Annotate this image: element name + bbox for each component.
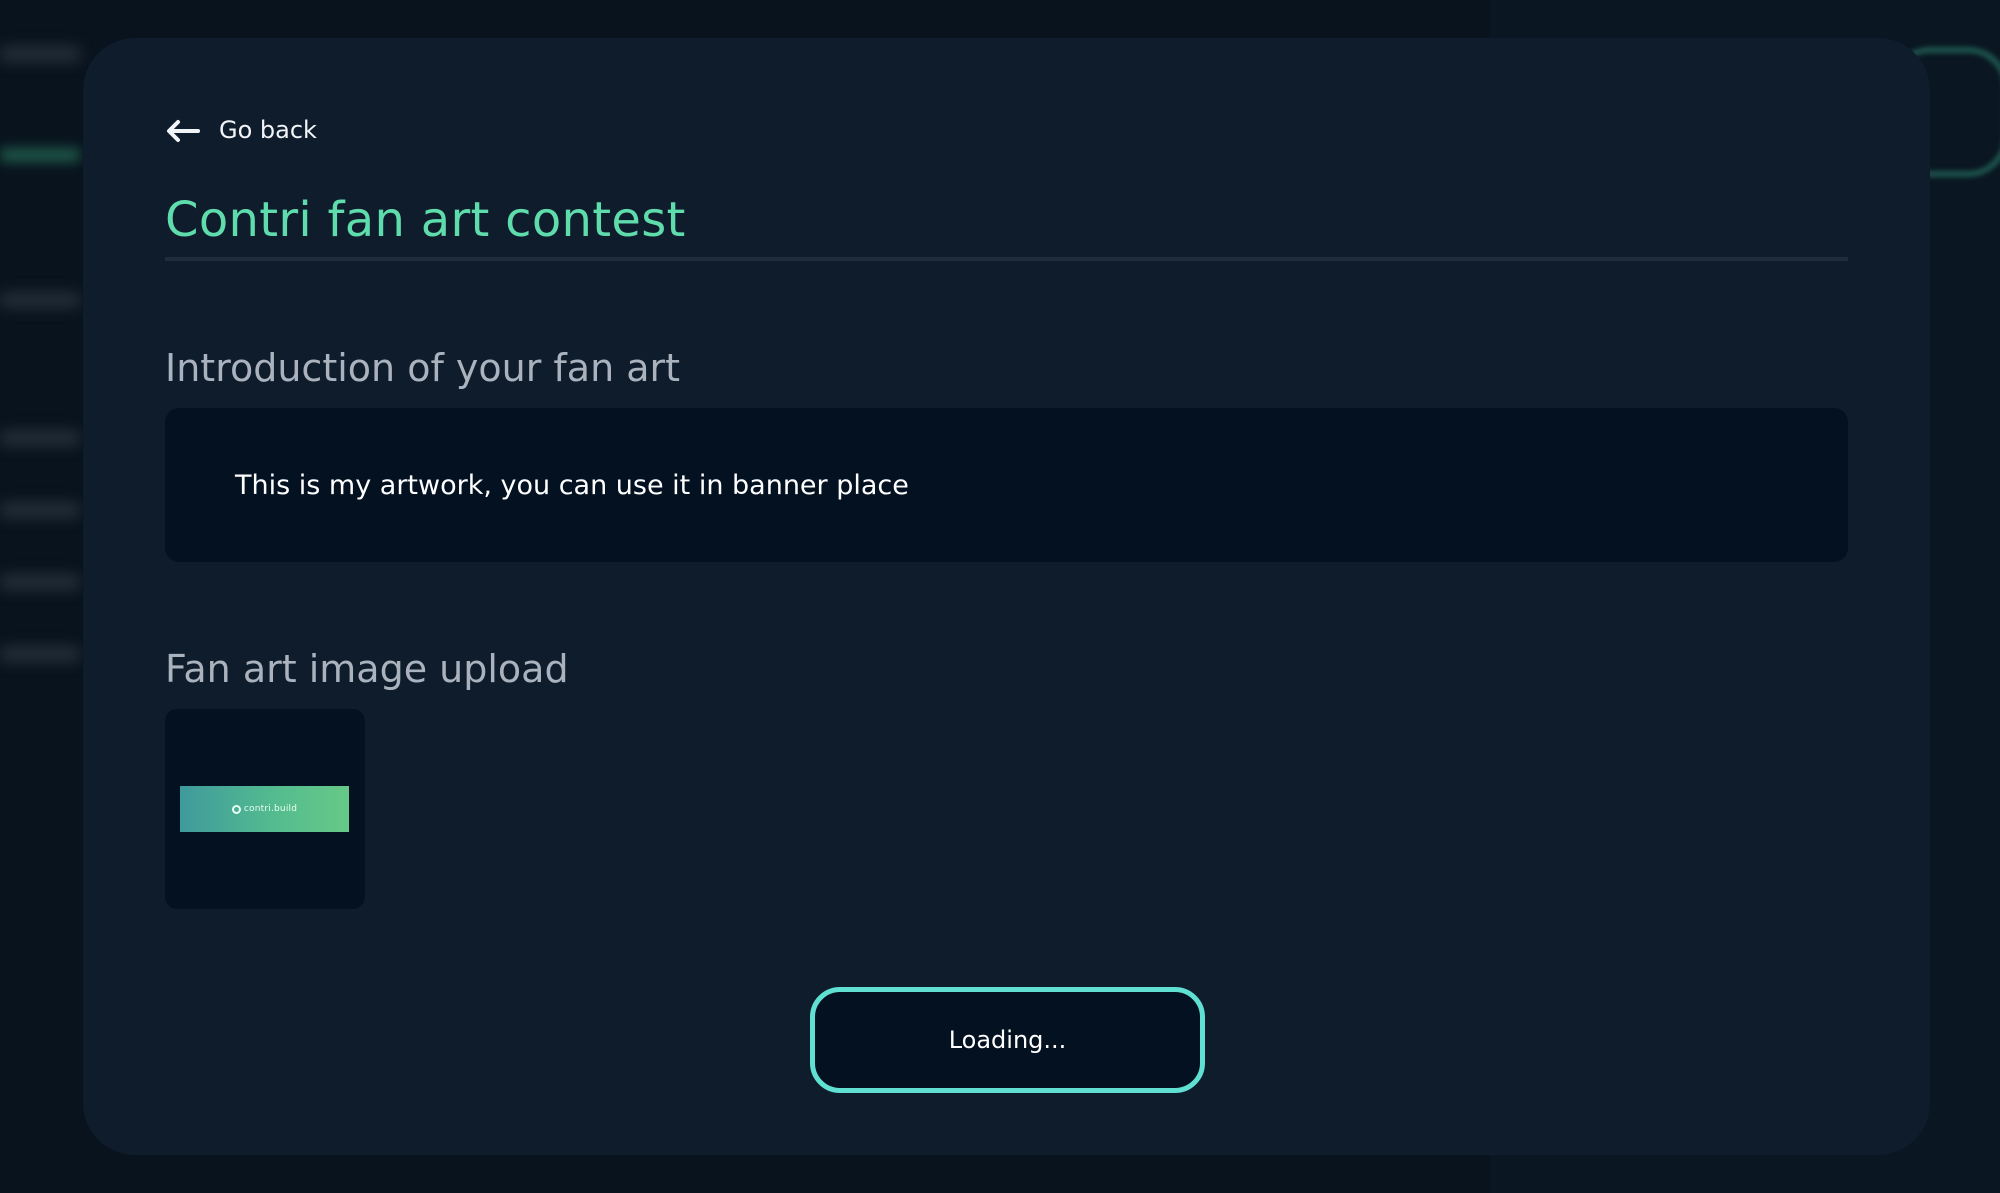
submit-button[interactable]: Loading... [810, 987, 1205, 1093]
background-text [0, 502, 80, 518]
page-title: Contri fan art contest [165, 192, 686, 248]
go-back-link[interactable]: Go back [165, 104, 317, 156]
go-back-label[interactable]: Go back [219, 116, 317, 144]
submission-modal: Go back Contri fan art contest Introduct… [83, 38, 1930, 1155]
title-divider [165, 257, 1848, 261]
background-text [0, 292, 80, 308]
introduction-field[interactable]: This is my artwork, you can use it in ba… [165, 408, 1848, 562]
logo-icon [231, 804, 241, 814]
thumbnail-logo-text: contri.build [243, 804, 298, 814]
background-accent-bar [0, 148, 80, 162]
background-text [0, 574, 80, 590]
fan-art-image: contri.build [180, 786, 349, 832]
arrow-left-icon [165, 115, 201, 145]
upload-heading: Fan art image upload [165, 647, 569, 691]
introduction-heading: Introduction of your fan art [165, 346, 681, 390]
background-text [0, 646, 80, 662]
uploaded-image-thumbnail[interactable]: contri.build [165, 709, 365, 909]
background-text [0, 46, 80, 62]
introduction-text: This is my artwork, you can use it in ba… [235, 469, 909, 501]
background-text [0, 430, 80, 446]
